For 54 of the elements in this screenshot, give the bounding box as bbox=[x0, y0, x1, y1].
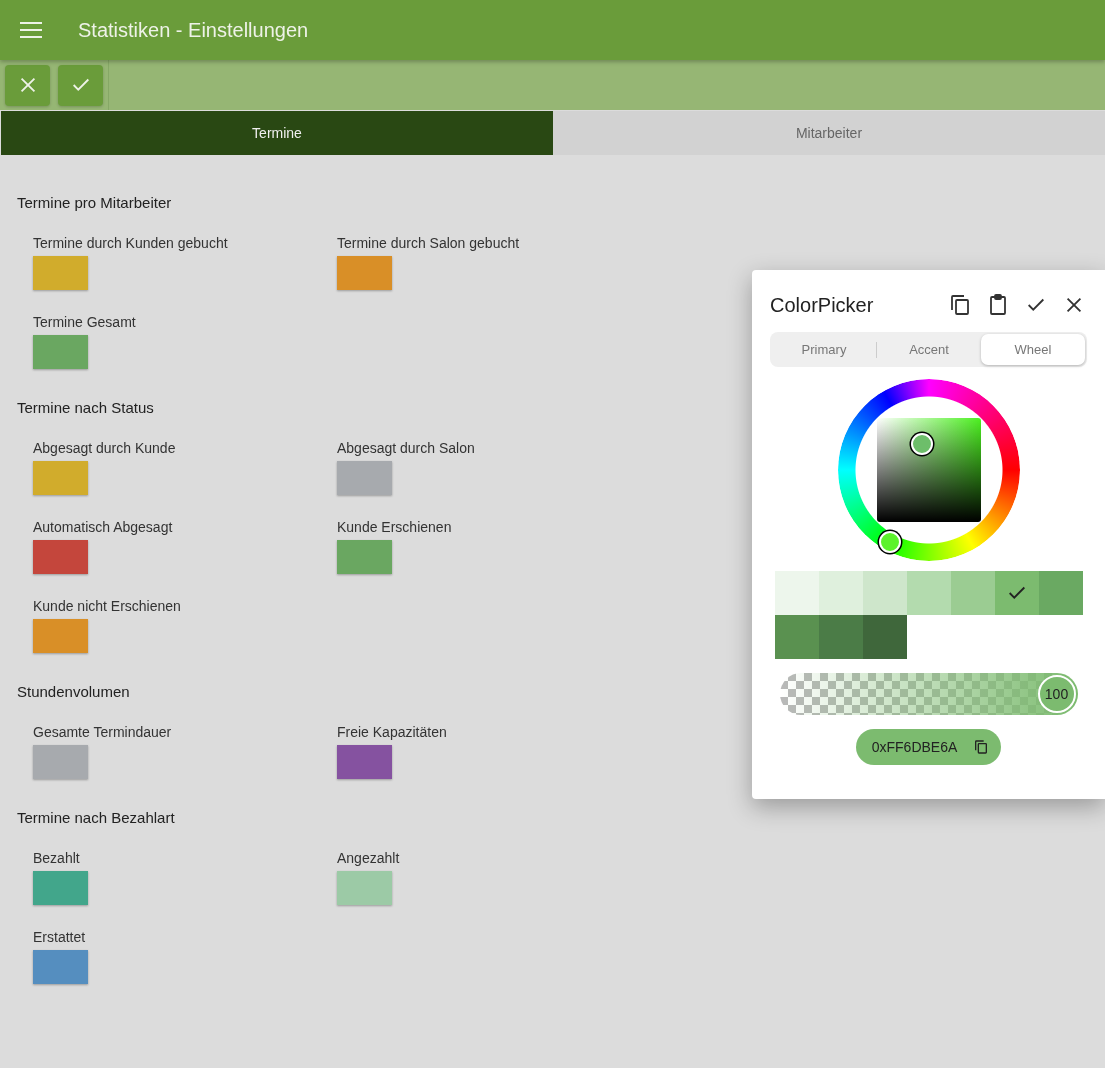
palette-swatch[interactable] bbox=[1038, 571, 1083, 615]
section-title: Termine nach Bezahlart bbox=[17, 809, 175, 826]
color-label: Gesamte Termindauer bbox=[33, 724, 172, 740]
alpha-slider[interactable]: 100 bbox=[779, 673, 1078, 715]
color-label: Kunde nicht Erschienen bbox=[33, 598, 181, 614]
color-swatch[interactable] bbox=[33, 745, 88, 779]
tab[interactable]: Termine bbox=[1, 111, 553, 155]
section-title: Stundenvolumen bbox=[17, 683, 130, 700]
color-swatch[interactable] bbox=[33, 540, 88, 574]
confirm-button[interactable] bbox=[58, 64, 103, 106]
segment-tab[interactable]: Primary bbox=[772, 334, 876, 365]
color-swatch[interactable] bbox=[33, 461, 88, 495]
color-label: Abgesagt durch Kunde bbox=[33, 440, 176, 456]
segment-tab[interactable]: Accent bbox=[877, 334, 981, 365]
color-label: Bezahlt bbox=[33, 850, 80, 866]
tab[interactable]: Mitarbeiter bbox=[553, 111, 1105, 155]
color-label: Termine durch Salon gebucht bbox=[337, 235, 520, 251]
color-swatch[interactable] bbox=[337, 540, 392, 574]
palette-swatch[interactable] bbox=[862, 571, 907, 615]
slider-thumb[interactable]: 100 bbox=[1037, 675, 1076, 713]
color-swatch[interactable] bbox=[33, 619, 88, 653]
color-swatch[interactable] bbox=[33, 871, 88, 905]
palette-swatch[interactable] bbox=[818, 615, 863, 659]
color-swatch[interactable] bbox=[33, 950, 88, 984]
menu-icon[interactable] bbox=[20, 22, 42, 38]
palette-swatch[interactable] bbox=[862, 615, 907, 659]
page-title: Statistiken - Einstellungen bbox=[78, 18, 309, 42]
copy-icon bbox=[973, 739, 990, 755]
color-swatch[interactable] bbox=[337, 461, 392, 495]
palette-swatch[interactable] bbox=[774, 615, 819, 659]
color-swatch[interactable] bbox=[33, 335, 88, 369]
color-label: Kunde Erschienen bbox=[337, 519, 452, 535]
color-label: Abgesagt durch Salon bbox=[337, 440, 475, 456]
cancel-button[interactable] bbox=[5, 64, 50, 106]
color-swatch[interactable] bbox=[337, 256, 392, 290]
color-label: Angezahlt bbox=[337, 850, 400, 866]
color-label: Termine durch Kunden gebucht bbox=[33, 235, 228, 251]
palette-swatch[interactable] bbox=[774, 571, 819, 615]
palette-swatch[interactable] bbox=[818, 571, 863, 615]
color-label: Termine Gesamt bbox=[33, 314, 136, 330]
segment-tab[interactable]: Wheel bbox=[981, 334, 1085, 365]
section-title: Termine nach Status bbox=[17, 399, 154, 416]
color-label: Freie Kapazitäten bbox=[337, 724, 447, 740]
dialog-title: ColorPicker bbox=[770, 293, 875, 317]
color-swatch[interactable] bbox=[337, 745, 392, 779]
hex-value-button[interactable]: 0xFF6DBE6A bbox=[855, 729, 1002, 765]
color-swatch[interactable] bbox=[33, 256, 88, 290]
color-swatch[interactable] bbox=[337, 871, 392, 905]
palette-swatch[interactable] bbox=[994, 571, 1039, 615]
palette-swatch[interactable] bbox=[950, 571, 995, 615]
color-label: Erstattet bbox=[33, 929, 86, 945]
section-title: Termine pro Mitarbeiter bbox=[17, 194, 172, 211]
palette-swatch[interactable] bbox=[906, 571, 951, 615]
color-label: Automatisch Abgesagt bbox=[33, 519, 173, 535]
